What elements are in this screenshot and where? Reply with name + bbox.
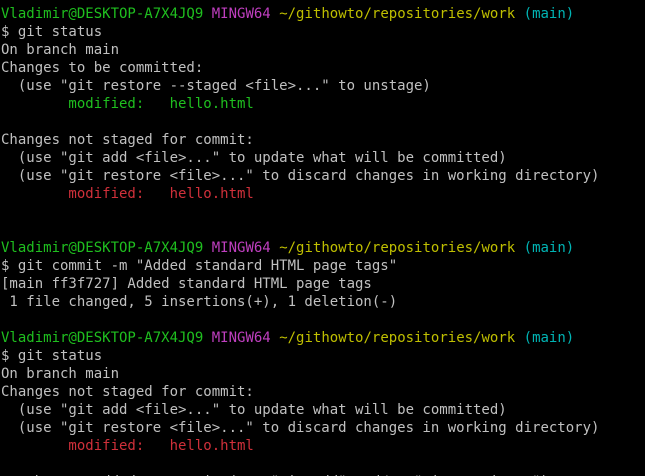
unstaged-file-entry: modified: hello.html (1, 438, 254, 454)
prompt-branch: (main) (523, 330, 575, 346)
output-text: Changes to be committed: (1, 60, 204, 76)
prompt-line: Vladimir@DESKTOP-A7X4JQ9 MINGW64 ~/githo… (1, 239, 645, 257)
terminal-line: (use "git restore <file>..." to discard … (1, 419, 645, 437)
prompt-user-host: Vladimir@DESKTOP-A7X4JQ9 (1, 240, 204, 256)
output-text: Changes not staged for commit: (1, 132, 254, 148)
output-text: On branch main (1, 366, 120, 382)
terminal-line: (use "git add <file>..." to update what … (1, 149, 645, 167)
terminal-line: [main ff3f727] Added standard HTML page … (1, 275, 645, 293)
prompt-path: ~/githowto/repositories/work (279, 330, 516, 346)
terminal-line: modified: hello.html (1, 185, 645, 203)
terminal-line: 1 file changed, 5 insertions(+), 1 delet… (1, 293, 645, 311)
output-text: [main ff3f727] Added standard HTML page … (1, 276, 372, 292)
terminal-line: (use "git restore --staged <file>..." to… (1, 77, 645, 95)
output-text: 1 file changed, 5 insertions(+), 1 delet… (1, 294, 398, 310)
unstaged-file-entry: modified: hello.html (1, 186, 254, 202)
output-text: $ git status (1, 348, 103, 364)
prompt-branch: (main) (523, 6, 575, 22)
terminal-line: Changes not staged for commit: (1, 131, 645, 149)
command-line: $ git commit -m "Added standard HTML pag… (1, 257, 645, 275)
staged-file-entry: modified: hello.html (1, 96, 254, 112)
command-line: $ git status (1, 23, 645, 41)
terminal-line: Changes to be committed: (1, 59, 645, 77)
terminal-line: (use "git add <file>..." to update what … (1, 401, 645, 419)
prompt-line: Vladimir@DESKTOP-A7X4JQ9 MINGW64 ~/githo… (1, 329, 645, 347)
command-line: $ git status (1, 347, 645, 365)
prompt-branch: (main) (523, 240, 575, 256)
prompt-mingw-label: MINGW64 (211, 240, 271, 256)
output-text: On branch main (1, 42, 120, 58)
output-text: (use "git restore <file>..." to discard … (1, 168, 600, 184)
output-text: (use "git restore <file>..." to discard … (1, 420, 600, 436)
output-text: (use "git add <file>..." to update what … (1, 402, 507, 418)
terminal-line: On branch main (1, 41, 645, 59)
prompt-mingw-label: MINGW64 (211, 6, 271, 22)
prompt-line: Vladimir@DESKTOP-A7X4JQ9 MINGW64 ~/githo… (1, 5, 645, 23)
prompt-user-host: Vladimir@DESKTOP-A7X4JQ9 (1, 330, 204, 346)
prompt-user-host: Vladimir@DESKTOP-A7X4JQ9 (1, 6, 204, 22)
prompt-mingw-label: MINGW64 (211, 330, 271, 346)
output-text: (use "git restore --staged <file>..." to… (1, 78, 431, 94)
output-text: $ git status (1, 24, 103, 40)
output-text: Changes not staged for commit: (1, 384, 254, 400)
terminal-line: Changes not staged for commit: (1, 383, 645, 401)
terminal-line: modified: hello.html (1, 95, 645, 113)
terminal-window[interactable]: Vladimir@DESKTOP-A7X4JQ9 MINGW64 ~/githo… (0, 0, 645, 476)
terminal-line: On branch main (1, 365, 645, 383)
terminal-line: (use "git restore <file>..." to discard … (1, 167, 645, 185)
prompt-path: ~/githowto/repositories/work (279, 6, 516, 22)
output-text: $ git commit -m "Added standard HTML pag… (1, 258, 398, 274)
output-text: (use "git add <file>..." to update what … (1, 150, 507, 166)
terminal-line: modified: hello.html (1, 437, 645, 455)
prompt-path: ~/githowto/repositories/work (279, 240, 516, 256)
